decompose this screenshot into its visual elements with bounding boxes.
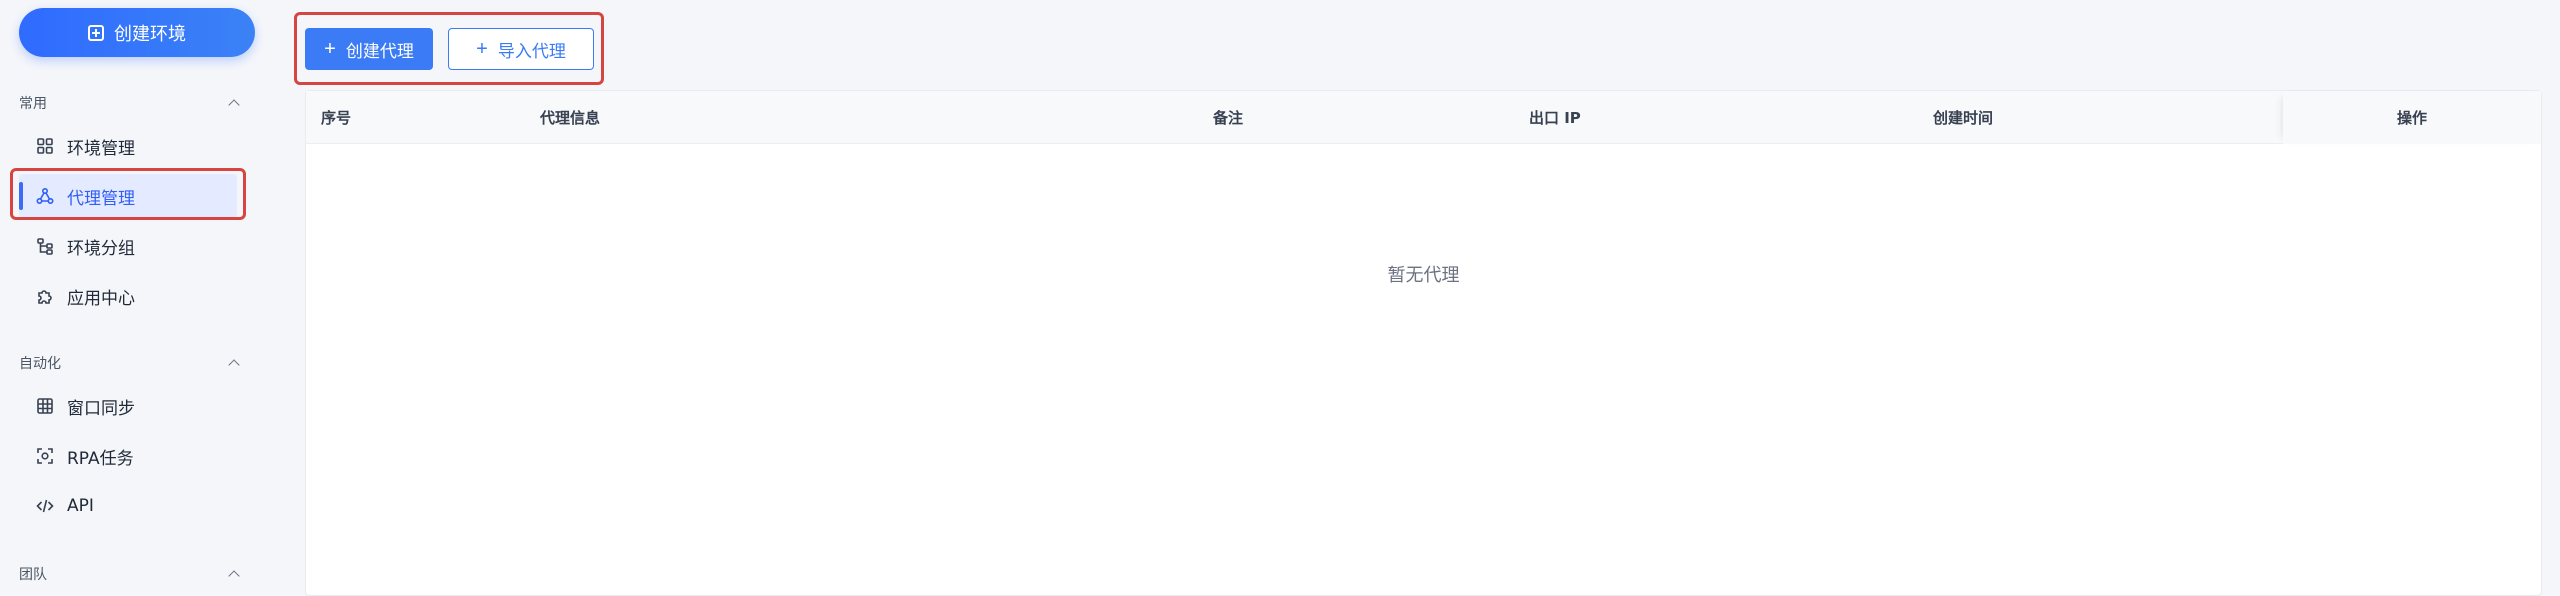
- import-proxy-button[interactable]: + 导入代理: [448, 28, 594, 70]
- section-header-team[interactable]: 团队: [19, 563, 244, 585]
- sidebar-item-label: 窗口同步: [67, 398, 135, 419]
- code-icon: [35, 496, 55, 516]
- section-header-automation[interactable]: 自动化: [19, 352, 244, 374]
- sidebar-item-api[interactable]: API: [19, 484, 237, 528]
- puzzle-icon: [35, 286, 55, 306]
- column-header-actions-label: 操作: [2396, 109, 2427, 127]
- column-header-created-time[interactable]: 创建时间: [1933, 91, 1993, 144]
- section-title: 团队: [19, 567, 47, 583]
- scroll-gutter: [2542, 0, 2560, 596]
- column-header-remark[interactable]: 备注: [1213, 91, 1243, 144]
- sidebar-item-label: 应用中心: [67, 288, 135, 309]
- sidebar: 创建环境 常用 环境管理 代理管理 环境分组 应用中心 自动化 窗口同步 RPA…: [0, 0, 280, 596]
- section-title: 自动化: [19, 356, 61, 372]
- table-header: 序号 代理信息 备注 出口 IP 创建时间 操作: [306, 91, 2541, 144]
- chevron-up-icon: [228, 359, 240, 371]
- sidebar-item-label: API: [67, 496, 94, 516]
- app-root: 创建环境 常用 环境管理 代理管理 环境分组 应用中心 自动化 窗口同步 RPA…: [0, 0, 2560, 596]
- sidebar-item-label: 环境分组: [67, 238, 135, 259]
- chevron-up-icon: [228, 570, 240, 582]
- sidebar-item-app-center[interactable]: 应用中心: [19, 274, 237, 318]
- chevron-up-icon: [228, 99, 240, 111]
- column-header-proxy-info[interactable]: 代理信息: [540, 91, 600, 144]
- create-proxy-label: 创建代理: [345, 41, 414, 61]
- sidebar-item-proxies[interactable]: 代理管理: [19, 174, 237, 218]
- proxy-network-icon: [35, 186, 55, 206]
- empty-state-text: 暂无代理: [1387, 265, 1460, 286]
- grid-icon: [35, 136, 55, 156]
- plus-square-icon: [88, 24, 104, 41]
- sidebar-item-label: 代理管理: [67, 188, 135, 209]
- plus-icon: +: [476, 38, 488, 60]
- sidebar-item-rpa-tasks[interactable]: RPA任务: [19, 434, 237, 478]
- column-header-actions: 操作: [2283, 91, 2541, 144]
- main-content: + 创建代理 + 导入代理 序号 代理信息 备注 出口 IP 创建时间 操作 暂…: [294, 0, 2560, 596]
- plus-icon: +: [324, 38, 336, 60]
- column-header-index[interactable]: 序号: [321, 91, 351, 144]
- create-environment-button[interactable]: 创建环境: [19, 8, 255, 57]
- sidebar-item-label: 环境管理: [67, 138, 135, 159]
- sidebar-item-environments[interactable]: 环境管理: [19, 124, 237, 168]
- section-header-common[interactable]: 常用: [19, 92, 244, 114]
- group-tree-icon: [35, 236, 55, 256]
- create-proxy-button[interactable]: + 创建代理: [305, 28, 433, 70]
- section-title: 常用: [19, 96, 47, 112]
- sidebar-item-env-groups[interactable]: 环境分组: [19, 224, 237, 268]
- column-header-exit-ip[interactable]: 出口 IP: [1529, 91, 1581, 144]
- import-proxy-label: 导入代理: [497, 41, 566, 61]
- sidebar-item-window-sync[interactable]: 窗口同步: [19, 384, 237, 428]
- sidebar-item-label: RPA任务: [67, 448, 134, 469]
- create-environment-label: 创建环境: [114, 23, 186, 44]
- rpa-scan-icon: [35, 446, 55, 466]
- window-grid-icon: [35, 396, 55, 416]
- proxy-table: 序号 代理信息 备注 出口 IP 创建时间 操作 暂无代理: [305, 90, 2542, 596]
